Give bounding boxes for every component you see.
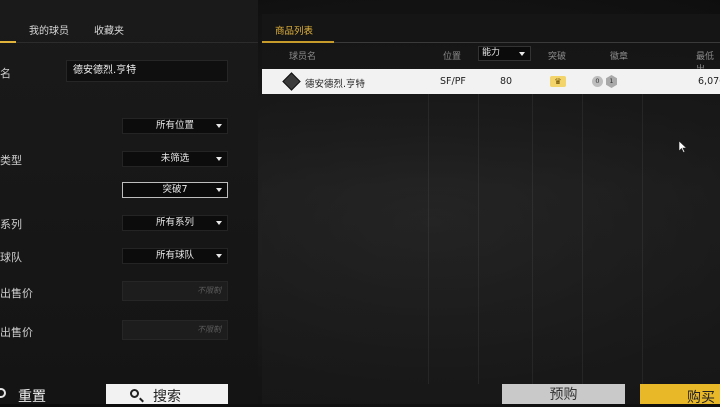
type-select-value: 未筛选 — [160, 153, 190, 164]
row-position: SF/PF — [440, 76, 466, 87]
search-icon — [130, 389, 139, 398]
table-header: 球员名 位置 能力 突破 徽章 最低出 — [262, 44, 720, 75]
chevron-down-icon — [216, 188, 222, 192]
row-player-name: 德安德烈.亨特 — [305, 79, 366, 90]
badge-count-icon: 0 — [592, 76, 603, 87]
col-player-name[interactable]: 球员名 — [289, 49, 316, 62]
tab-my-players[interactable]: 我的球员 — [29, 22, 69, 37]
preorder-button[interactable]: 预购 — [502, 384, 625, 404]
search-label: 搜索 — [153, 389, 181, 405]
player-card-icon — [282, 72, 301, 91]
chevron-down-icon — [216, 157, 222, 161]
sort-select-value: 能力 — [482, 48, 501, 58]
row-rating: 80 — [500, 76, 513, 87]
tab-product-list[interactable]: 商品列表 — [275, 23, 313, 37]
series-select-value: 所有系列 — [155, 217, 194, 228]
chevron-down-icon — [216, 221, 222, 225]
column-divider — [582, 94, 583, 384]
series-select[interactable]: 所有系列 — [122, 215, 228, 231]
min-price-label: 出售价 — [0, 287, 33, 300]
team-select[interactable]: 所有球队 — [122, 248, 228, 264]
type-filter-label: 类型 — [0, 154, 22, 167]
left-tabs: 我的球员 收藏夹 — [0, 14, 258, 43]
type-select[interactable]: 未筛选 — [122, 151, 228, 167]
reset-button[interactable]: 重置 — [0, 384, 94, 405]
reset-label: 重置 — [18, 389, 46, 405]
chevron-down-icon — [216, 254, 222, 258]
product-tabs: 商品列表 — [262, 14, 720, 43]
column-divider — [478, 94, 479, 384]
product-list-panel: 商品列表 球员名 位置 能力 突破 徽章 最低出 德安德烈.亨特 SF/PF 8… — [262, 14, 720, 406]
position-select-value: 所有位置 — [155, 120, 194, 131]
tab-favorites[interactable]: 收藏夹 — [94, 22, 124, 37]
active-tab-indicator — [0, 41, 16, 43]
col-position[interactable]: 位置 — [443, 49, 461, 62]
filter-panel: 我的球员 收藏夹 名 德安德烈.亨特 所有位置 类型 未筛选 突破7 系列 所有… — [0, 0, 258, 405]
column-divider — [642, 94, 643, 384]
buy-button[interactable]: 购买 — [640, 384, 720, 406]
reset-icon — [0, 388, 6, 398]
col-breakthrough[interactable]: 突破 — [548, 49, 566, 62]
row-price: 6,076 — [698, 76, 720, 87]
player-name-input[interactable]: 德安德烈.亨特 — [66, 60, 228, 82]
series-filter-label: 系列 — [0, 218, 22, 231]
chevron-down-icon — [216, 124, 222, 128]
min-price-input[interactable]: 不限制 — [122, 281, 228, 301]
position-select[interactable]: 所有位置 — [122, 118, 228, 134]
breakthrough-select[interactable]: 突破7 — [122, 182, 228, 198]
max-price-input[interactable]: 不限制 — [122, 320, 228, 340]
active-tab-indicator — [262, 41, 334, 43]
name-label: 名 — [0, 67, 11, 80]
badge-hex-icon: 1 — [606, 75, 617, 88]
crown-icon: ♛ — [550, 76, 566, 87]
search-button[interactable]: 搜索 — [106, 384, 228, 405]
chevron-down-icon — [519, 52, 525, 56]
max-price-label: 出售价 — [0, 326, 33, 339]
col-badge[interactable]: 徽章 — [610, 49, 628, 62]
breakthrough-select-value: 突破7 — [162, 184, 188, 195]
sort-select[interactable]: 能力 — [478, 46, 531, 61]
team-select-value: 所有球队 — [155, 250, 194, 261]
column-divider — [532, 94, 533, 384]
column-divider — [428, 94, 429, 384]
table-row[interactable]: 德安德烈.亨特 SF/PF 80 ♛ 0 1 6,076 — [262, 69, 720, 94]
team-filter-label: 球队 — [0, 251, 22, 264]
buy-label: 购买 — [687, 390, 715, 406]
